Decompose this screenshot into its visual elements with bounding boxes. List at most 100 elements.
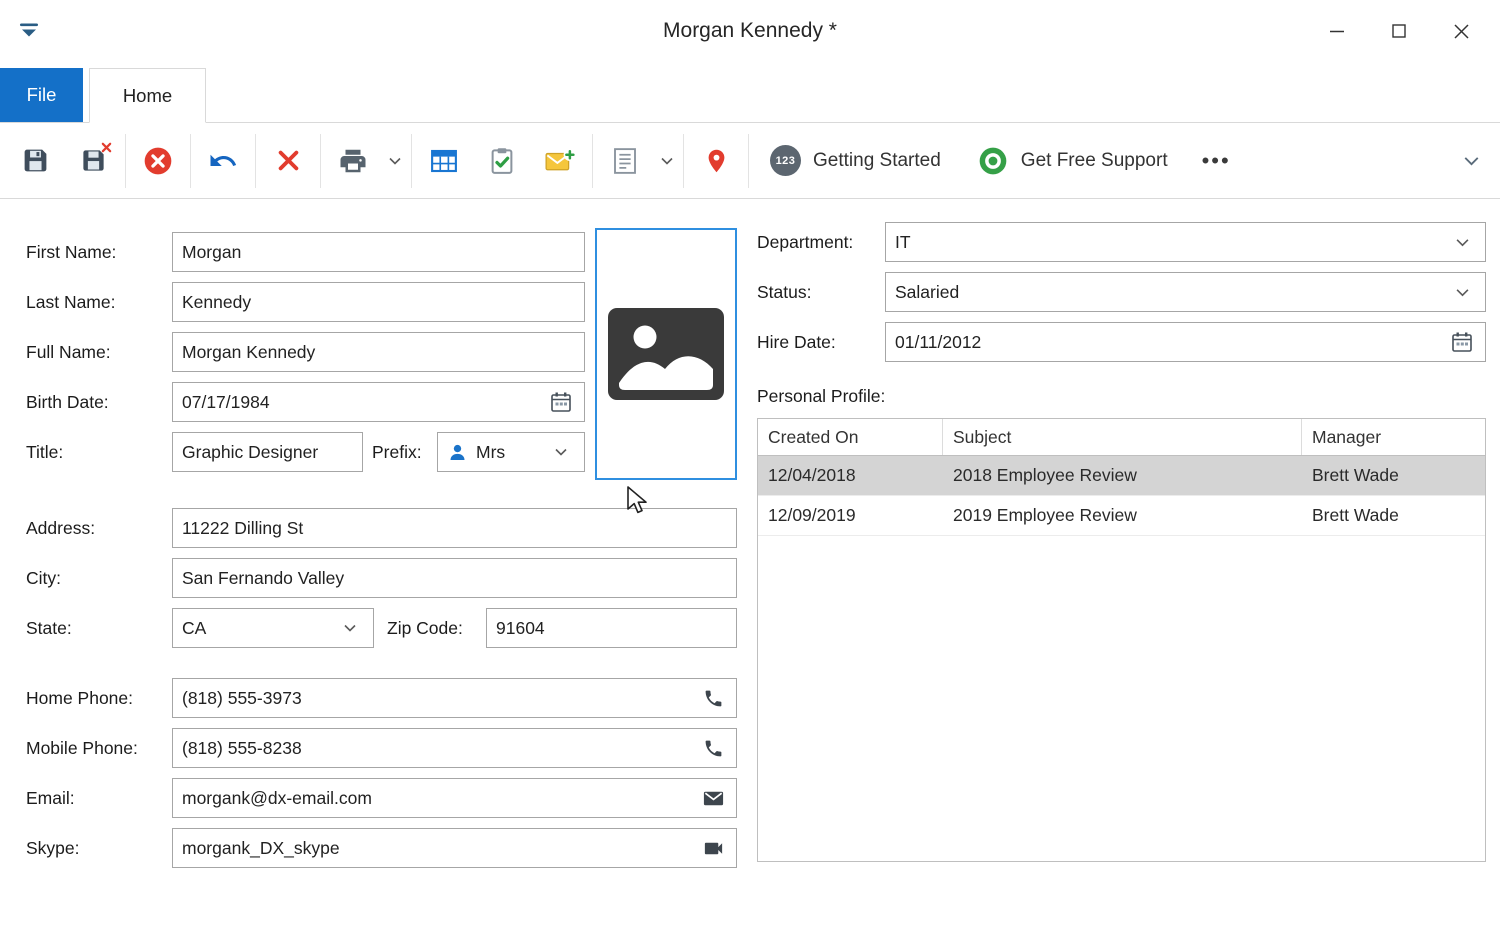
title-field[interactable]: Graphic Designer [172, 432, 363, 472]
full-name-field[interactable]: Morgan Kennedy [172, 332, 585, 372]
prefix-label: Prefix: [372, 432, 422, 472]
full-name-label: Full Name: [26, 332, 111, 372]
last-name-field[interactable]: Kennedy [172, 282, 585, 322]
video-call-button[interactable] [699, 829, 727, 867]
department-label: Department: [757, 222, 853, 262]
calendar-icon [549, 390, 573, 414]
last-name-label: Last Name: [26, 282, 115, 322]
cell-manager: Brett Wade [1302, 465, 1485, 486]
send-email-button[interactable] [699, 779, 727, 817]
grid-header-row: Created On Subject Manager [758, 419, 1485, 456]
status-dropdown-button[interactable] [1448, 273, 1476, 311]
zip-code-field[interactable]: 91604 [486, 608, 737, 648]
cancel-circle-icon [142, 145, 174, 177]
department-combo[interactable]: IT [885, 222, 1486, 262]
prefix-dropdown-button[interactable] [547, 433, 575, 471]
email-label: Email: [26, 778, 75, 818]
print-icon [338, 146, 368, 176]
department-dropdown-button[interactable] [1448, 223, 1476, 261]
grid-row[interactable]: 12/09/2019 2019 Employee Review Brett Wa… [758, 496, 1485, 536]
mobile-phone-call-button[interactable] [699, 729, 727, 767]
full-name-value: Morgan Kennedy [182, 342, 575, 363]
maximize-button[interactable] [1368, 0, 1430, 62]
person-icon [447, 442, 468, 463]
toolbar-separator [125, 134, 126, 188]
home-phone-label: Home Phone: [26, 678, 133, 718]
data-grid-button[interactable] [415, 132, 473, 190]
email-value: morgank@dx-email.com [182, 788, 699, 809]
tab-home[interactable]: Home [89, 68, 206, 123]
cancel-changes-button[interactable] [129, 132, 187, 190]
table-grid-icon [429, 146, 459, 176]
status-value: Salaried [895, 282, 1448, 303]
hire-date-field[interactable]: 01/11/2012 [885, 322, 1486, 362]
skype-value: morgank_DX_skype [182, 838, 699, 859]
window-title: Morgan Kennedy * [0, 0, 1500, 62]
grid-row[interactable]: 12/04/2018 2018 Employee Review Brett Wa… [758, 456, 1485, 496]
cell-created-on: 12/09/2019 [758, 505, 943, 526]
tasks-button[interactable] [473, 132, 531, 190]
city-value: San Fernando Valley [182, 568, 727, 589]
zip-code-value: 91604 [496, 618, 727, 639]
delete-button[interactable] [259, 132, 317, 190]
mail-icon [702, 787, 725, 810]
home-phone-call-button[interactable] [699, 679, 727, 717]
grid-header-manager[interactable]: Manager [1302, 419, 1485, 455]
city-label: City: [26, 558, 61, 598]
minimize-button[interactable] [1306, 0, 1368, 62]
minimize-icon [1329, 23, 1345, 39]
state-combo[interactable]: CA [172, 608, 374, 648]
save-and-close-button[interactable] [64, 132, 122, 190]
city-field[interactable]: San Fernando Valley [172, 558, 737, 598]
email-field[interactable]: morgank@dx-email.com [172, 778, 737, 818]
grid-header-subject[interactable]: Subject [943, 419, 1302, 455]
cell-subject: 2018 Employee Review [943, 465, 1302, 486]
toolbar-separator [411, 134, 412, 188]
first-name-label: First Name: [26, 232, 116, 272]
tab-file[interactable]: File [0, 68, 83, 122]
mobile-phone-label: Mobile Phone: [26, 728, 138, 768]
getting-started-button[interactable]: 123 Getting Started [752, 132, 959, 190]
state-dropdown-button[interactable] [336, 609, 364, 647]
home-phone-value: (818) 555-3973 [182, 688, 699, 709]
hire-date-calendar-button[interactable] [1448, 323, 1476, 361]
maximize-icon [1391, 23, 1407, 39]
toolbar-separator [748, 134, 749, 188]
chevron-down-icon [555, 448, 567, 456]
birth-date-value: 07/17/1984 [182, 392, 547, 413]
grid-header-created-on[interactable]: Created On [758, 419, 943, 455]
personal-profile-label: Personal Profile: [757, 376, 885, 416]
personal-profile-grid: Created On Subject Manager 12/04/2018 20… [757, 418, 1486, 862]
titlebar: Morgan Kennedy * [0, 0, 1500, 62]
toolbar-separator [683, 134, 684, 188]
home-phone-field[interactable]: (818) 555-3973 [172, 678, 737, 718]
save-button[interactable] [6, 132, 64, 190]
save-icon [21, 146, 50, 175]
ribbon-collapse-button[interactable] [1448, 132, 1494, 190]
employee-photo-placeholder[interactable] [595, 228, 737, 480]
toolbar-separator [320, 134, 321, 188]
address-field[interactable]: 11222 Dilling St [172, 508, 737, 548]
get-free-support-button[interactable]: Get Free Support [959, 132, 1186, 190]
save-close-x-badge [101, 140, 112, 158]
print-dropdown-button[interactable] [382, 132, 408, 190]
birth-date-calendar-button[interactable] [547, 383, 575, 421]
close-button[interactable] [1430, 0, 1492, 62]
toolbar-overflow-button[interactable]: ••• [1186, 132, 1247, 190]
prefix-combo[interactable]: Mrs [437, 432, 585, 472]
report-button[interactable] [596, 132, 654, 190]
birth-date-field[interactable]: 07/17/1984 [172, 382, 585, 422]
status-combo[interactable]: Salaried [885, 272, 1486, 312]
birth-date-label: Birth Date: [26, 382, 109, 422]
report-dropdown-button[interactable] [654, 132, 680, 190]
first-name-field[interactable]: Morgan [172, 232, 585, 272]
print-button[interactable] [324, 132, 382, 190]
mobile-phone-value: (818) 555-8238 [182, 738, 699, 759]
new-mail-button[interactable] [531, 132, 589, 190]
state-label: State: [26, 608, 72, 648]
mobile-phone-field[interactable]: (818) 555-8238 [172, 728, 737, 768]
getting-started-label: Getting Started [813, 150, 941, 172]
map-button[interactable] [687, 132, 745, 190]
undo-button[interactable] [194, 132, 252, 190]
skype-field[interactable]: morgank_DX_skype [172, 828, 737, 868]
